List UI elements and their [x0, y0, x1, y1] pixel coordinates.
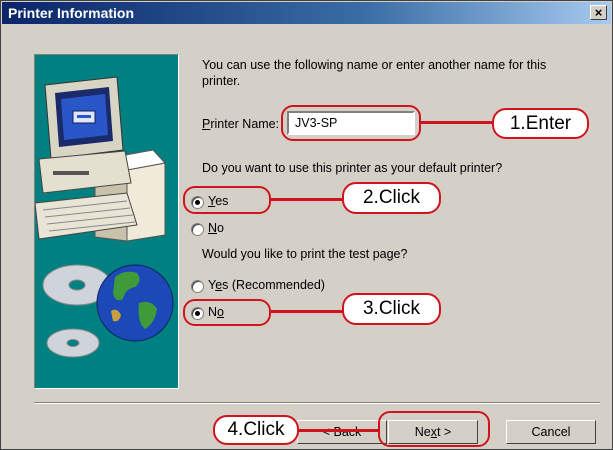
callout-click-2: 2.Click: [342, 182, 441, 214]
callout-enter: 1.Enter: [492, 108, 589, 139]
radio-button[interactable]: [191, 223, 204, 236]
callout-connector-3: [271, 310, 343, 313]
printer-name-highlight: [281, 105, 421, 141]
test-page-question: Would you like to print the test page?: [202, 247, 408, 261]
intro-line-1: You can use the following name or enter …: [202, 58, 547, 72]
printer-name-label: Printer Name:: [202, 117, 279, 131]
next-button-highlight: [378, 411, 490, 447]
intro-line-2: printer.: [202, 74, 241, 88]
callout-click-4: 4.Click: [213, 415, 299, 445]
default-no-label: No: [208, 221, 224, 235]
radio-button[interactable]: [191, 280, 204, 293]
callout-connector-4: [299, 429, 379, 432]
wizard-art-svg: [34, 76, 174, 358]
cancel-button[interactable]: Cancel: [506, 420, 596, 444]
back-button[interactable]: < Back: [297, 420, 387, 444]
close-button[interactable]: ×: [590, 5, 607, 20]
wizard-illustration: [34, 54, 179, 389]
callout-connector-2: [271, 198, 343, 201]
default-printer-question: Do you want to use this printer as your …: [202, 161, 503, 175]
default-yes-highlight: [183, 186, 271, 214]
computer-icon: [34, 76, 138, 240]
callout-click-3: 3.Click: [342, 293, 441, 325]
callout-connector-1: [421, 121, 493, 124]
test-yes-label: Yes (Recommended): [208, 278, 325, 292]
button-separator: [34, 402, 600, 404]
close-icon: ×: [594, 5, 603, 20]
window-title: Printer Information: [8, 5, 135, 21]
printer-information-dialog: Printer Information × You can use the fo…: [0, 0, 613, 450]
test-no-highlight: [183, 299, 271, 326]
title-bar: Printer Information ×: [2, 2, 611, 24]
printer-name-label-text: rinter Name:: [210, 117, 280, 131]
globe-icon: [96, 264, 174, 342]
